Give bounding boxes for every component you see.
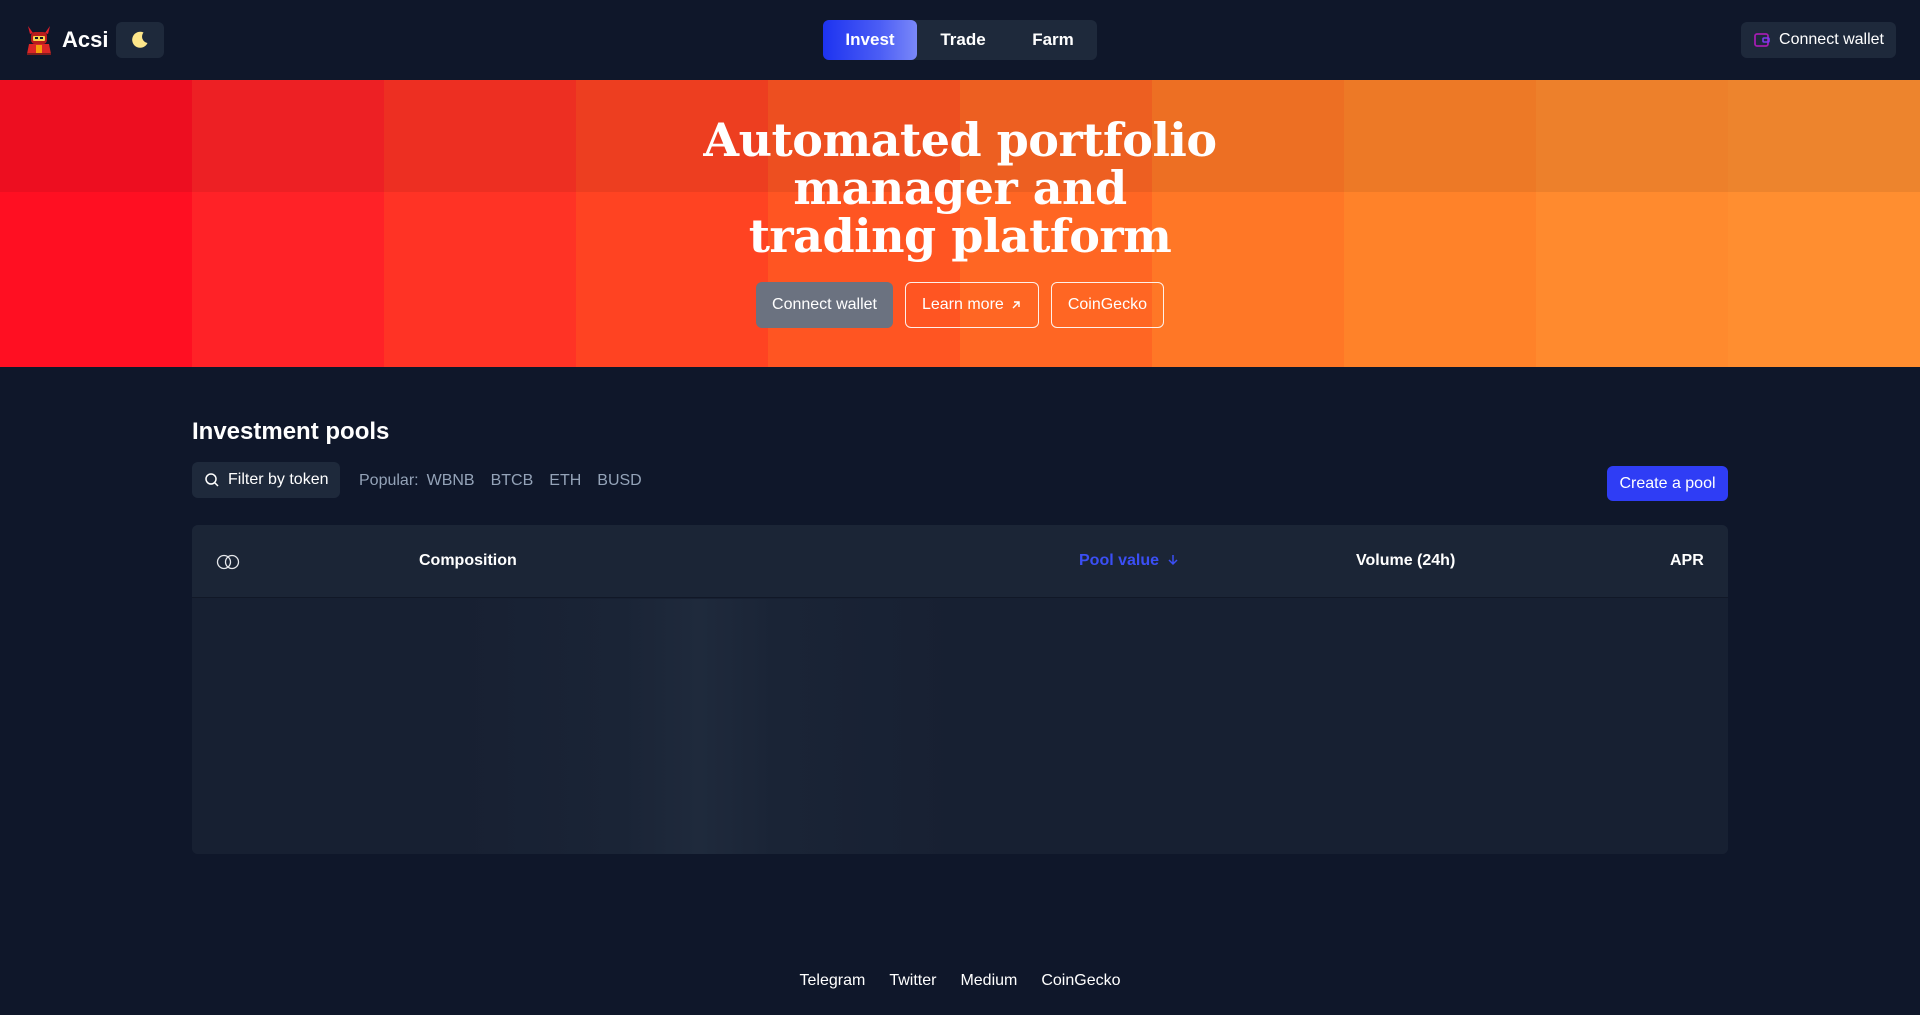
brand-name: Acsi [62,27,109,52]
column-apr[interactable]: APR [1670,552,1704,570]
table-header: Composition Pool value Volume (24h) APR [192,525,1728,598]
header-connect-wallet-button[interactable]: Connect wallet [1741,22,1896,58]
hero-actions: Connect wallet Learn more CoinGecko [756,282,1164,328]
create-pool-button[interactable]: Create a pool [1607,466,1728,501]
sort-down-arrow-icon [1168,555,1179,566]
samurai-logo-icon [27,26,51,55]
filter-by-token-button[interactable]: Filter by token [192,462,341,498]
learn-more-button[interactable]: Learn more [904,282,1039,328]
search-icon [205,473,219,487]
top-navbar: Acsi Invest Trade Farm Connect wallet [0,0,1920,80]
wallet-icon [1754,33,1770,47]
column-composition[interactable]: Composition [419,552,517,570]
footer-link-telegram[interactable]: Telegram [800,972,866,990]
brand-logo[interactable]: Acsi [24,24,108,56]
column-volume[interactable]: Volume (24h) [1356,552,1455,570]
footer-link-twitter[interactable]: Twitter [889,972,936,990]
hero-title: Automated portfolio manager and trading … [703,113,1217,263]
learn-more-label: Learn more [921,296,1004,313]
hero-connect-wallet-button[interactable]: Connect wallet [756,282,893,328]
footer-link-medium[interactable]: Medium [960,972,1017,990]
external-arrow-icon [1012,301,1020,309]
popular-token-btcb[interactable]: BTCB [491,472,534,490]
hero-content: Automated portfolio manager and trading … [0,80,1920,367]
filter-by-token-label: Filter by token [228,471,329,488]
moon-icon [132,31,148,48]
header-connect-wallet-label: Connect wallet [1779,31,1884,48]
footer-link-coingecko[interactable]: CoinGecko [1041,972,1120,990]
column-pool-value-label: Pool value [1079,552,1160,569]
popular-tokens: Popular: WBNB BTCB ETH BUSD [359,472,642,490]
column-pool-value[interactable]: Pool value [1079,552,1179,570]
tab-farm[interactable]: Farm [1009,20,1097,60]
theme-toggle-button[interactable] [116,22,164,58]
footer-links: Telegram Twitter Medium CoinGecko [0,972,1920,990]
section-title: Investment pools [192,418,390,445]
pools-table: Composition Pool value Volume (24h) APR [192,525,1728,854]
loading-skeleton [192,599,1728,854]
popular-token-wbnb[interactable]: WBNB [427,472,475,490]
tab-trade[interactable]: Trade [917,20,1009,60]
popular-token-eth[interactable]: ETH [549,472,581,490]
tokens-icon [216,554,240,570]
hero-connect-wallet-label: Connect wallet [772,296,877,313]
popular-token-busd[interactable]: BUSD [597,472,641,490]
coingecko-button[interactable]: CoinGecko [1050,282,1164,328]
main-nav-tabs: Invest Trade Farm [823,20,1097,60]
coingecko-label: CoinGecko [1067,296,1147,313]
popular-label: Popular: [359,472,419,489]
tab-invest[interactable]: Invest [823,20,917,60]
